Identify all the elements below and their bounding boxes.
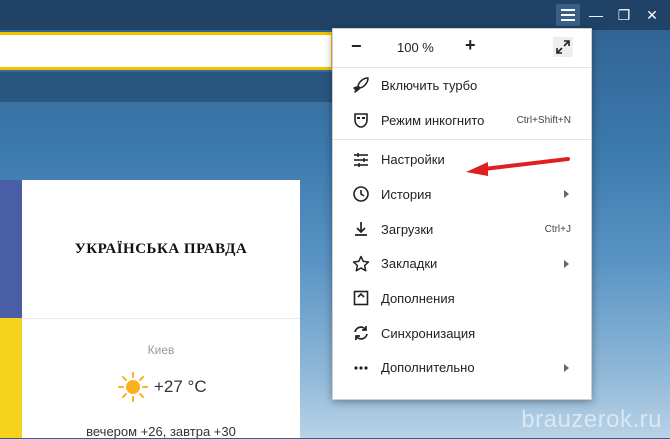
fullscreen-icon [556, 40, 570, 54]
weather-city: Киев [147, 343, 175, 357]
menu-item-extensions[interactable]: Дополнения [333, 281, 591, 316]
menu-item-label: Закладки [381, 256, 438, 272]
hamburger-menu-button[interactable] [556, 4, 580, 26]
annotation-arrow-icon [466, 157, 570, 176]
address-bar [0, 32, 334, 70]
menu-item-sync[interactable]: Синхронизация [333, 316, 591, 351]
fullscreen-button[interactable] [553, 37, 573, 57]
incognito-mask-icon [351, 110, 371, 130]
toolbar-band [0, 72, 334, 102]
news-tile[interactable]: УКРАЇНСЬКА ПРАВДА [22, 180, 300, 319]
watermark: brauzerok.ru [521, 406, 662, 433]
menu-separator [333, 139, 591, 141]
menu-item-more[interactable]: Дополнительно [333, 351, 591, 386]
news-brand-logo: УКРАЇНСЬКА ПРАВДА [74, 240, 248, 257]
menu-item-incognito[interactable]: Режим инкогнито Ctrl+Shift+N [333, 103, 591, 138]
menu-item-downloads[interactable]: Загрузки Ctrl+J [333, 212, 591, 247]
menu-item-turbo[interactable]: Включить турбо [333, 68, 591, 103]
menu-item-bookmarks[interactable]: Закладки [333, 246, 591, 281]
browser-main-menu: − 100 % + Включить турбо Режим инкогнито… [332, 28, 592, 400]
menu-item-label: Настройки [381, 152, 445, 168]
menu-item-label: Включить турбо [381, 77, 478, 93]
more-dots-icon [351, 358, 371, 378]
zoom-in-button[interactable]: + [465, 35, 476, 56]
address-input[interactable] [4, 39, 327, 63]
sun-icon [118, 372, 148, 402]
menu-item-history[interactable]: История [333, 177, 591, 212]
submenu-arrow-icon [564, 190, 569, 199]
minimize-button[interactable]: — [584, 4, 608, 26]
hamburger-icon [561, 9, 575, 21]
restore-button[interactable]: ❐ [612, 4, 636, 26]
menu-item-label: Дополнения [381, 290, 455, 306]
zoom-out-button[interactable]: − [351, 36, 362, 57]
menu-item-label: Синхронизация [381, 325, 476, 341]
settings-sliders-icon [351, 150, 371, 170]
extensions-icon [351, 288, 371, 308]
download-icon [351, 219, 371, 239]
shortcut-label: Ctrl+J [544, 223, 571, 235]
menu-item-label: Дополнительно [381, 360, 475, 376]
menu-item-label: Режим инкогнито [381, 112, 485, 128]
menu-item-label: История [381, 186, 432, 202]
news-weather-tile[interactable]: УКРАЇНСЬКА ПРАВДА Киев +27 °C вечером +2… [22, 180, 300, 439]
weather-now: +27 °C [118, 372, 207, 402]
window-controls: — ❐ ✕ [556, 4, 664, 26]
menu-item-label: Загрузки [381, 221, 434, 237]
shortcut-label: Ctrl+Shift+N [516, 114, 571, 126]
sync-icon [351, 323, 371, 343]
submenu-arrow-icon [564, 363, 569, 372]
close-button[interactable]: ✕ [640, 4, 664, 26]
weather-forecast: вечером +26, завтра +30 [86, 424, 236, 439]
submenu-arrow-icon [564, 259, 569, 268]
zoom-controls: − 100 % + [333, 29, 591, 68]
rocket-icon [351, 75, 371, 95]
clock-icon [351, 184, 371, 204]
tile-accent-yellow [0, 318, 22, 438]
zoom-level: 100 % [397, 40, 434, 55]
weather-temperature: +27 °C [154, 377, 207, 396]
tile-accent-blue [0, 180, 22, 318]
star-icon [351, 254, 371, 274]
title-bar: — ❐ ✕ [0, 0, 670, 30]
